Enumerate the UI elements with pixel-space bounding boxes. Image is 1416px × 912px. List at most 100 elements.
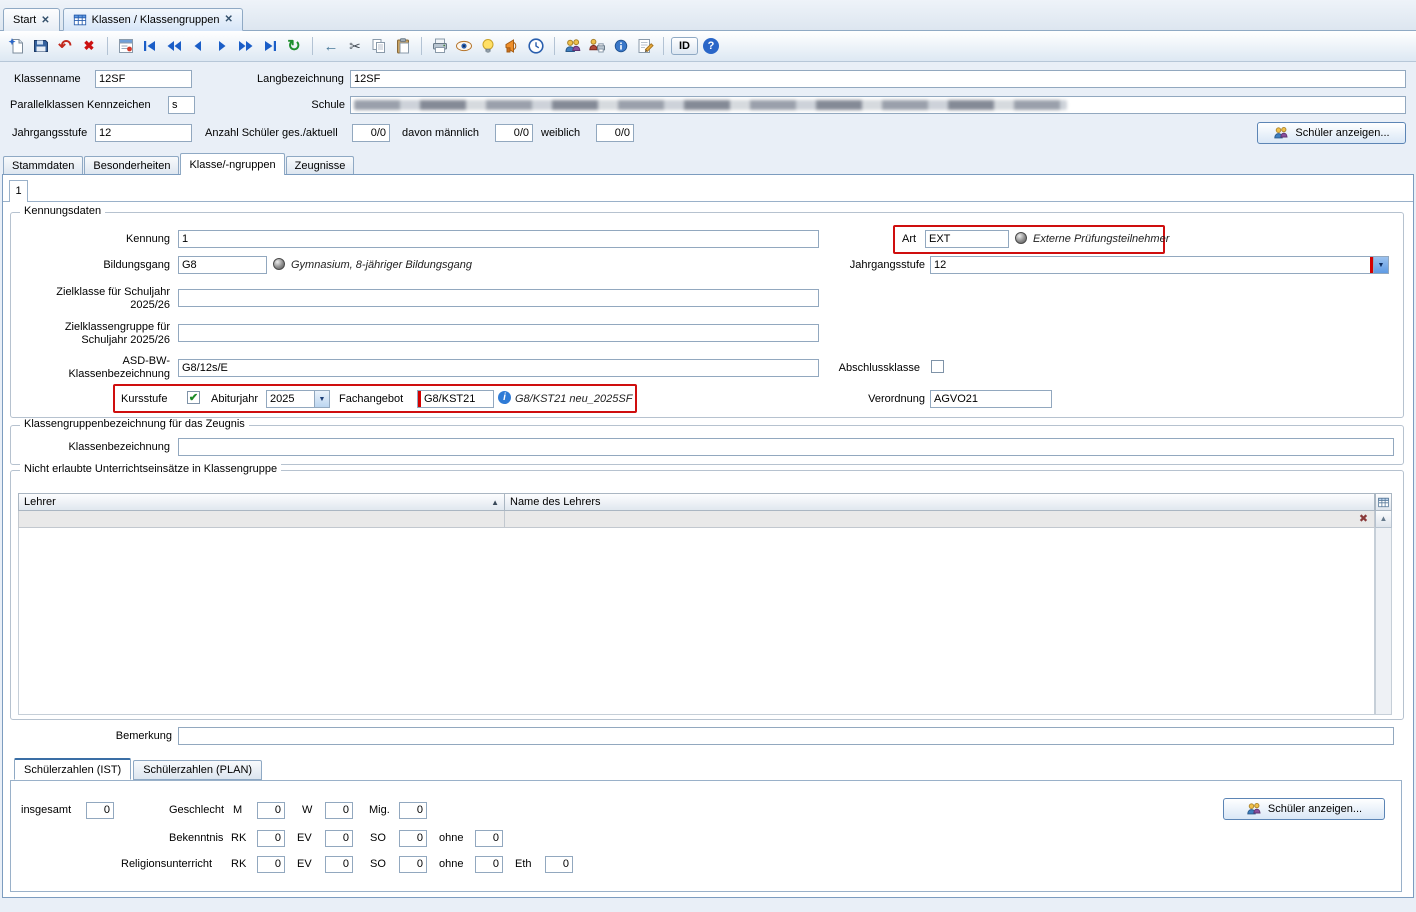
paste-button[interactable] xyxy=(392,35,414,57)
tab-klasse-ngruppen[interactable]: Klasse/-ngruppen xyxy=(180,153,284,175)
jahrgangsstufe-field[interactable]: 12 xyxy=(95,124,192,142)
column-header-lehrer[interactable]: Lehrer ▲ xyxy=(18,493,505,511)
info-button[interactable] xyxy=(610,35,632,57)
tab-zeugnisse[interactable]: Zeugnisse xyxy=(286,156,355,175)
art-label: Art xyxy=(902,233,916,246)
back-button[interactable]: ← xyxy=(320,35,342,57)
chevron-down-icon[interactable]: ▼ xyxy=(314,391,329,407)
jahrgangsstufe-combo[interactable]: 12 ▼ xyxy=(930,256,1389,274)
filter-cell-lehrer[interactable] xyxy=(18,511,505,528)
copy-button[interactable] xyxy=(368,35,390,57)
asd-bw-field[interactable]: G8/12s/E xyxy=(178,359,819,377)
abiturjahr-combo[interactable]: 2025 ▼ xyxy=(266,390,330,408)
mig-label: Mig. xyxy=(369,804,390,817)
refresh-button[interactable]: ↻ xyxy=(283,35,305,57)
zielklassengruppe-field[interactable] xyxy=(178,324,819,342)
cut-button[interactable]: ✂ xyxy=(344,35,366,57)
students-button[interactable] xyxy=(562,35,584,57)
subtab-1[interactable]: 1 xyxy=(9,180,28,202)
column-header-name[interactable]: Name des Lehrers xyxy=(504,493,1375,511)
close-icon[interactable]: ✕ xyxy=(41,15,49,26)
schueler-anzeigen-ist-label: Schüler anzeigen... xyxy=(1268,803,1362,815)
art-field[interactable]: EXT xyxy=(925,230,1009,248)
last-record-icon xyxy=(262,38,278,54)
bildungsgang-field[interactable]: G8 xyxy=(178,256,267,274)
filter-cell-name[interactable] xyxy=(504,511,1375,528)
form-view-button[interactable] xyxy=(115,35,137,57)
schule-field[interactable] xyxy=(350,96,1406,114)
last-record-button[interactable] xyxy=(259,35,281,57)
klassenname-field[interactable]: 12SF xyxy=(95,70,192,88)
previous-record-button[interactable] xyxy=(187,35,209,57)
r-ev-field[interactable]: 0 xyxy=(325,856,353,873)
print-button[interactable] xyxy=(429,35,451,57)
w-field[interactable]: 0 xyxy=(325,802,353,819)
vertical-scrollbar[interactable] xyxy=(1375,528,1392,715)
abschlussklasse-checkbox[interactable]: ✔ xyxy=(931,360,944,373)
chevron-down-icon[interactable]: ▼ xyxy=(1373,257,1388,273)
schueler-anzeigen-button[interactable]: Schüler anzeigen... xyxy=(1257,122,1406,144)
table-config-button[interactable] xyxy=(1375,493,1392,511)
anzahl-schueler-label: Anzahl Schüler ges./aktuell xyxy=(205,127,338,140)
kursstufe-checkbox[interactable]: ✔ xyxy=(187,391,200,404)
id-button[interactable]: ID xyxy=(671,37,698,55)
info-icon xyxy=(613,38,629,54)
save-button[interactable] xyxy=(30,35,52,57)
langbezeichnung-field[interactable]: 12SF xyxy=(350,70,1406,88)
fachangebot-field[interactable]: G8/KST21 neu xyxy=(417,390,494,408)
fast-next-button[interactable] xyxy=(235,35,257,57)
help-button[interactable]: ? xyxy=(700,35,722,57)
fast-previous-button[interactable] xyxy=(163,35,185,57)
toolbar-separator xyxy=(312,37,313,55)
insgesamt-field[interactable]: 0 xyxy=(86,802,114,819)
m-field[interactable]: 0 xyxy=(257,802,285,819)
table-body[interactable] xyxy=(18,528,1375,715)
first-record-button[interactable] xyxy=(139,35,161,57)
schueler-anzeigen-button-ist[interactable]: Schüler anzeigen... xyxy=(1223,798,1385,820)
teacher-print-button[interactable] xyxy=(586,35,608,57)
mig-field[interactable]: 0 xyxy=(399,802,427,819)
delete-button[interactable]: ✖ xyxy=(78,35,100,57)
parallelklassen-field[interactable]: s xyxy=(168,96,195,114)
abiturjahr-combo-value: 2025 xyxy=(267,391,314,407)
bemerkung-field[interactable] xyxy=(178,727,1394,745)
close-icon[interactable]: ✕ xyxy=(224,14,232,25)
tab-stammdaten[interactable]: Stammdaten xyxy=(3,156,83,175)
notes-button[interactable] xyxy=(634,35,656,57)
new-record-button[interactable] xyxy=(6,35,28,57)
lamp-icon xyxy=(479,37,497,55)
hint-button[interactable] xyxy=(477,35,499,57)
tab-schuelerzahlen-ist[interactable]: Schülerzahlen (IST) xyxy=(14,758,131,780)
kennung-label: Kennung xyxy=(9,233,170,246)
save-icon xyxy=(32,37,50,55)
tab-start[interactable]: Start ✕ xyxy=(3,8,60,31)
preview-button[interactable] xyxy=(453,35,475,57)
eth-field[interactable]: 0 xyxy=(545,856,573,873)
r-so-field[interactable]: 0 xyxy=(399,856,427,873)
r-ohne-field[interactable]: 0 xyxy=(475,856,503,873)
tab-besonderheiten[interactable]: Besonderheiten xyxy=(84,156,179,175)
clear-filter-icon[interactable]: ✖ xyxy=(1356,512,1371,527)
b-so-field[interactable]: 0 xyxy=(399,830,427,847)
announcement-button[interactable] xyxy=(501,35,523,57)
modified-marker xyxy=(418,391,421,407)
maennlich-field[interactable]: 0/0 xyxy=(495,124,533,142)
anzahl-schueler-field[interactable]: 0/0 xyxy=(352,124,390,142)
tab-klassen-klassengruppen[interactable]: Klassen / Klassengruppen ✕ xyxy=(63,8,243,31)
new-icon xyxy=(8,37,26,55)
history-button[interactable] xyxy=(525,35,547,57)
r-rk-field[interactable]: 0 xyxy=(257,856,285,873)
next-record-button[interactable] xyxy=(211,35,233,57)
klassenbezeichnung-field[interactable] xyxy=(178,438,1394,456)
b-rk-field[interactable]: 0 xyxy=(257,830,285,847)
b-ev-field[interactable]: 0 xyxy=(325,830,353,847)
weiblich-field[interactable]: 0/0 xyxy=(596,124,634,142)
schuelerzahlen-panel: insgesamt 0 Geschlecht M 0 W 0 Mig. 0 Sc… xyxy=(10,780,1402,892)
kennung-field[interactable]: 1 xyxy=(178,230,819,248)
verordnung-field[interactable]: AGVO21 xyxy=(930,390,1052,408)
undo-button[interactable]: ↶ xyxy=(54,35,76,57)
tab-schuelerzahlen-plan[interactable]: Schülerzahlen (PLAN) xyxy=(133,760,262,780)
scroll-up-icon[interactable]: ▲ xyxy=(1375,511,1392,528)
zielklasse-field[interactable] xyxy=(178,289,819,307)
b-ohne-field[interactable]: 0 xyxy=(475,830,503,847)
